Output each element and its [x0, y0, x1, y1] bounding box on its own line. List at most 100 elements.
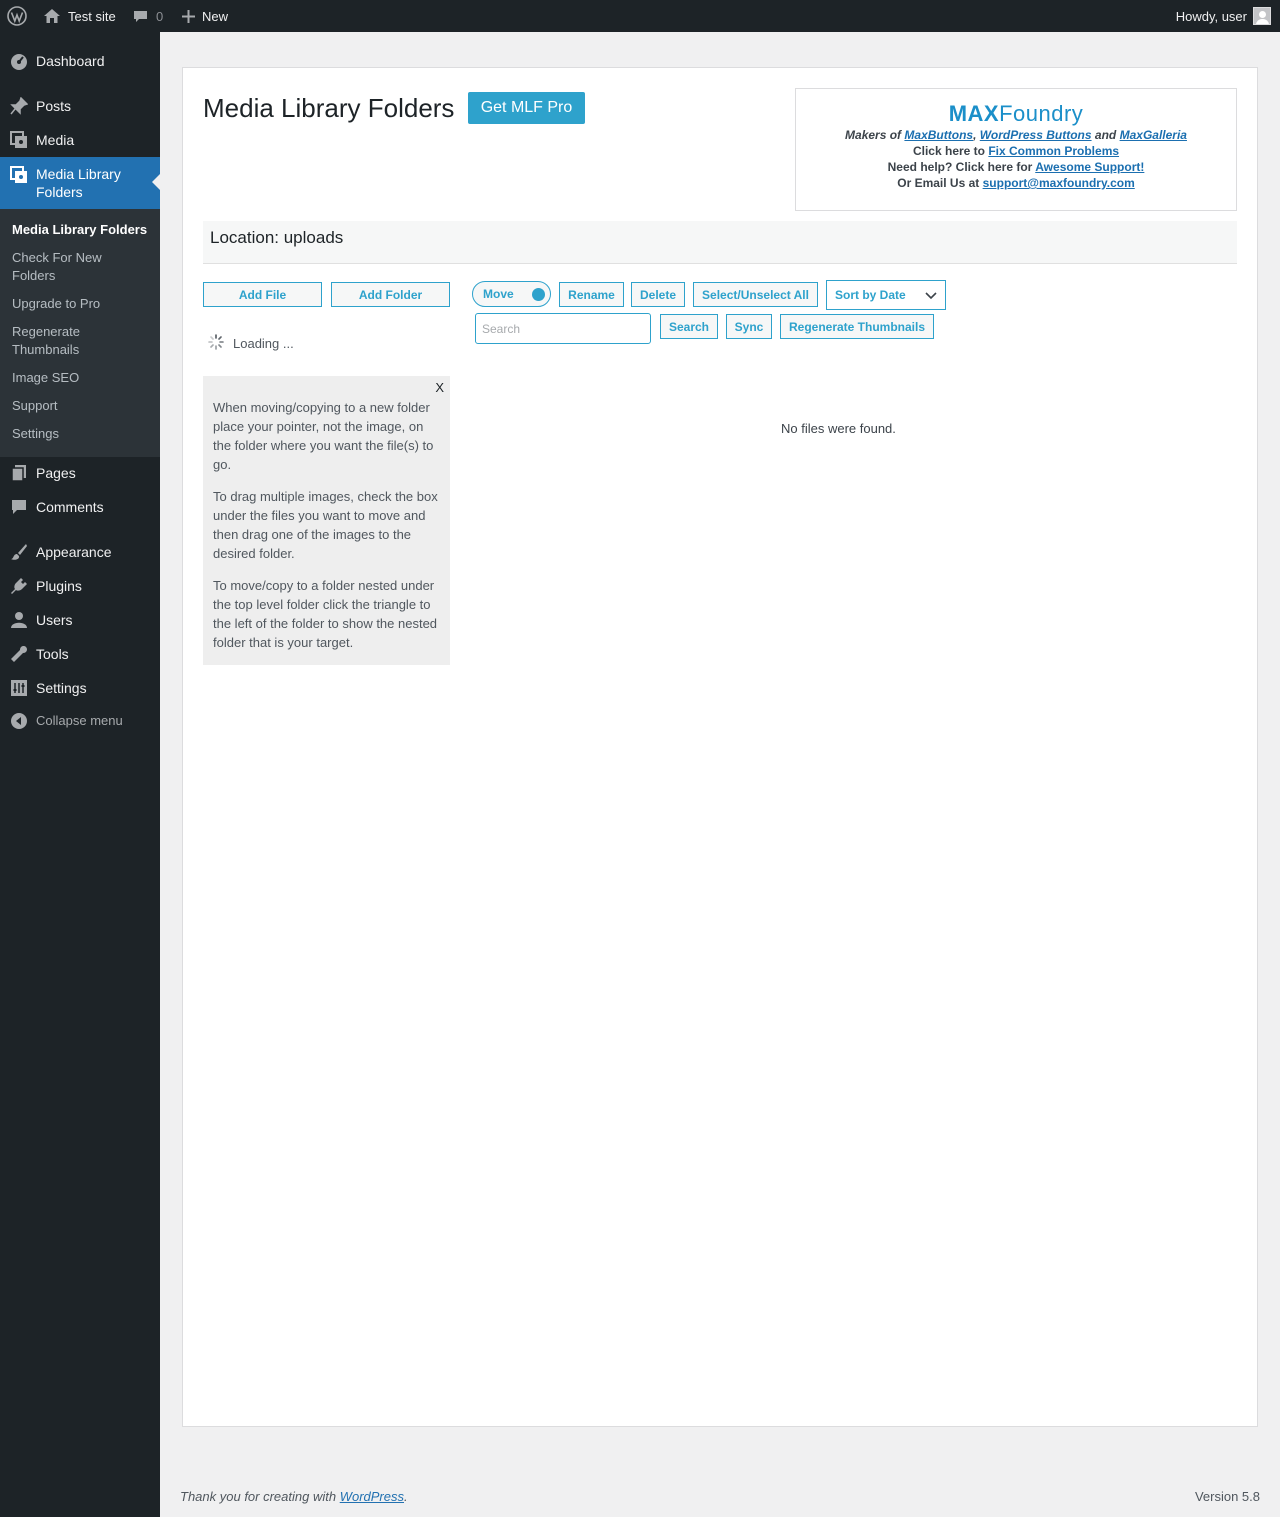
- submenu: Media Library Folders Check For New Fold…: [0, 209, 160, 457]
- menu-label: Pages: [36, 465, 76, 481]
- and-text: and: [1094, 128, 1117, 142]
- delete-button[interactable]: Delete: [631, 282, 685, 307]
- loading-text: Loading ...: [233, 336, 294, 351]
- new-content-link[interactable]: New: [182, 0, 228, 32]
- content-panel: Media Library Folders Get MLF Pro MAXFou…: [182, 67, 1258, 1427]
- menu-item-tools[interactable]: Tools: [0, 642, 160, 666]
- menu-label: Posts: [36, 98, 72, 114]
- maxbuttons-link[interactable]: MaxButtons: [904, 128, 973, 142]
- get-mlf-pro-button[interactable]: Get MLF Pro: [468, 92, 585, 124]
- toggle-label: Move: [483, 287, 514, 301]
- plugin-icon: [9, 576, 29, 596]
- submenu-item-check-new-folders[interactable]: Check For New Folders: [12, 249, 112, 285]
- maxgalleria-link[interactable]: MaxGalleria: [1120, 128, 1187, 142]
- rename-button[interactable]: Rename: [559, 282, 624, 307]
- wordpress-buttons-link[interactable]: WordPress Buttons: [980, 128, 1092, 142]
- submenu-item-media-library-folders[interactable]: Media Library Folders: [12, 221, 157, 239]
- media-folders-icon: [9, 165, 29, 185]
- paintbrush-icon: [9, 542, 29, 562]
- footer-thanks: Thank you for creating with WordPress.: [180, 1489, 408, 1504]
- footer-version: Version 5.8: [1194, 1489, 1260, 1504]
- makers-line: Makers of MaxButtons, WordPress Buttons …: [796, 127, 1236, 143]
- comments-link[interactable]: 0: [133, 0, 163, 32]
- comma-text: ,: [973, 128, 977, 142]
- submenu-item-upgrade-pro[interactable]: Upgrade to Pro: [12, 295, 157, 313]
- menu-item-dashboard[interactable]: Dashboard: [0, 49, 160, 73]
- collapse-menu-button[interactable]: Collapse menu: [0, 709, 160, 733]
- menu-label: Comments: [36, 499, 104, 515]
- maxfoundry-box: MAXFoundry Makers of MaxButtons, WordPre…: [795, 88, 1237, 211]
- help-box: X When moving/copying to a new folder pl…: [203, 376, 450, 665]
- sync-button[interactable]: Sync: [726, 314, 772, 339]
- avatar: [1253, 7, 1271, 25]
- submenu-item-regenerate-thumbnails[interactable]: Regenerate Thumbnails: [12, 323, 102, 359]
- wrench-icon: [9, 644, 29, 664]
- search-input[interactable]: [475, 313, 651, 344]
- menu-label: Media Library Folders: [36, 166, 121, 200]
- wordpress-link[interactable]: WordPress: [340, 1489, 404, 1504]
- site-name-link[interactable]: Test site: [43, 0, 116, 32]
- help-paragraph: To move/copy to a folder nested under th…: [213, 578, 438, 650]
- support-email-link[interactable]: support@maxfoundry.com: [983, 176, 1135, 190]
- help-paragraph: When moving/copying to a new folder plac…: [213, 400, 434, 472]
- menu-label: Media: [36, 132, 75, 148]
- click-here-text: Click here to: [912, 144, 985, 158]
- submenu-item-settings[interactable]: Settings: [12, 425, 157, 443]
- fix-common-problems-link[interactable]: Fix Common Problems: [988, 144, 1119, 158]
- maxfoundry-logo: MAXFoundry: [796, 101, 1236, 127]
- account-menu[interactable]: Howdy, user: [1176, 0, 1271, 32]
- menu-item-users[interactable]: Users: [0, 608, 160, 632]
- add-file-button[interactable]: Add File: [203, 282, 322, 307]
- toggle-knob: [532, 288, 545, 301]
- sort-selected-value: Sort by Date: [835, 288, 906, 302]
- spinner-icon: [208, 334, 224, 353]
- media-icon: [9, 130, 29, 150]
- menu-label: Appearance: [36, 544, 112, 560]
- sort-select[interactable]: Sort by Date: [826, 280, 946, 310]
- add-folder-button[interactable]: Add Folder: [331, 282, 450, 307]
- menu-label: Collapse menu: [36, 713, 123, 728]
- help-paragraph: To drag multiple images, check the box u…: [213, 489, 438, 561]
- footer-thanks-text: Thank you for creating with: [180, 1489, 337, 1504]
- select-unselect-all-button[interactable]: Select/Unselect All: [693, 282, 818, 307]
- menu-label: Settings: [36, 680, 87, 696]
- menu-item-appearance[interactable]: Appearance: [0, 540, 160, 564]
- submenu-item-support[interactable]: Support: [12, 397, 157, 415]
- pages-icon: [9, 463, 29, 483]
- makers-of-text: Makers of: [845, 128, 902, 142]
- pushpin-icon: [9, 96, 29, 116]
- menu-label: Dashboard: [36, 53, 105, 69]
- menu-item-media[interactable]: Media: [0, 128, 160, 152]
- no-files-message: No files were found.: [781, 421, 896, 436]
- menu-item-media-library-folders[interactable]: Media Library Folders: [0, 157, 160, 209]
- comments-count: 0: [156, 8, 164, 24]
- logo-foundry-text: Foundry: [999, 101, 1084, 126]
- home-icon: [43, 8, 61, 24]
- logo-max-text: MAX: [948, 101, 1000, 126]
- site-name: Test site: [68, 8, 116, 24]
- settings-sliders-icon: [9, 678, 29, 698]
- howdy-text: Howdy, user: [1175, 8, 1247, 24]
- regenerate-thumbnails-button[interactable]: Regenerate Thumbnails: [780, 314, 934, 339]
- user-icon: [9, 610, 29, 630]
- menu-item-plugins[interactable]: Plugins: [0, 574, 160, 598]
- plus-icon: [182, 9, 195, 23]
- menu-item-comments[interactable]: Comments: [0, 495, 160, 519]
- wordpress-logo-icon[interactable]: [7, 0, 27, 32]
- move-copy-toggle[interactable]: Move: [472, 281, 551, 307]
- footer-period: .: [404, 1489, 408, 1504]
- awesome-support-link[interactable]: Awesome Support!: [1035, 160, 1144, 174]
- menu-item-posts[interactable]: Posts: [0, 94, 160, 118]
- email-line: Or Email Us at support@maxfoundry.com: [796, 175, 1236, 191]
- chevron-down-icon: [925, 289, 937, 304]
- menu-item-settings[interactable]: Settings: [0, 676, 160, 700]
- menu-item-pages[interactable]: Pages: [0, 461, 160, 485]
- help-close-button[interactable]: X: [435, 378, 444, 397]
- email-us-text: Or Email Us at: [897, 176, 980, 190]
- admin-bar: Test site 0 New Howdy, user: [0, 0, 1280, 32]
- submenu-item-image-seo[interactable]: Image SEO: [12, 369, 157, 387]
- search-button[interactable]: Search: [660, 314, 718, 339]
- comment-bubble-icon: [9, 497, 29, 517]
- page-title: Media Library Folders: [203, 93, 455, 123]
- help-line: Need help? Click here for Awesome Suppor…: [796, 159, 1236, 175]
